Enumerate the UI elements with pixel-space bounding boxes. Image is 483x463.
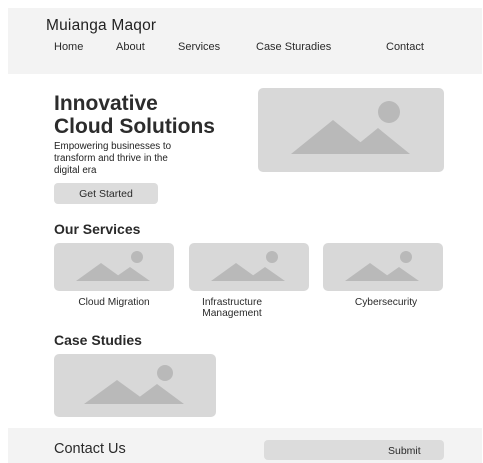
- nav-home[interactable]: Home: [54, 41, 83, 53]
- service-label-line-1: Cloud Migration: [78, 297, 150, 308]
- service-label-line-1: Infrastructure: [201, 297, 263, 308]
- case-study-image[interactable]: [54, 354, 216, 417]
- hero-title: Innovative Cloud Solutions: [54, 92, 264, 138]
- image-placeholder-icon: [76, 251, 150, 281]
- service-label-infrastructure[interactable]: Infrastructure Management: [189, 297, 275, 319]
- services-title: Our Services: [54, 221, 141, 237]
- hero-title-line-1: Innovative: [54, 92, 158, 115]
- nav-services[interactable]: Services: [178, 41, 220, 53]
- hero-subtitle-line-3: digital era: [54, 165, 97, 176]
- contact-title: Contact Us: [54, 441, 126, 457]
- service-image-infrastructure: [189, 243, 309, 291]
- service-label-line-2: Management: [202, 308, 262, 319]
- hero-subtitle-line-2: transform and thrive in the: [54, 153, 168, 164]
- nav-contact[interactable]: Contact: [386, 41, 424, 53]
- hero-image: [258, 88, 444, 172]
- hero-subtitle: Empowering businesses to transform and t…: [54, 141, 244, 177]
- image-placeholder-icon: [211, 251, 285, 281]
- image-placeholder-icon: [291, 101, 410, 154]
- image-placeholder-icon: [84, 365, 184, 404]
- image-placeholder-icon: [345, 251, 419, 281]
- service-label-line-1: Cybersecurity: [354, 297, 418, 308]
- get-started-button[interactable]: Get Started: [54, 183, 158, 204]
- service-image-cloud-migration: [54, 243, 174, 291]
- service-image-cybersecurity: [323, 243, 443, 291]
- submit-button[interactable]: Submit: [388, 445, 421, 457]
- brand-logo-text[interactable]: Muianga Maqor: [46, 17, 156, 35]
- case-studies-title: Case Studies: [54, 332, 142, 348]
- service-label-cybersecurity[interactable]: Cybersecurity: [323, 297, 449, 308]
- hero-title-line-2: Cloud Solutions: [54, 115, 215, 138]
- service-label-cloud-migration[interactable]: Cloud Migration: [54, 297, 174, 308]
- hero-subtitle-line-1: Empowering businesses to: [54, 141, 172, 152]
- nav-about[interactable]: About: [116, 41, 145, 53]
- nav-case-studies[interactable]: Case Sturadies: [256, 41, 331, 53]
